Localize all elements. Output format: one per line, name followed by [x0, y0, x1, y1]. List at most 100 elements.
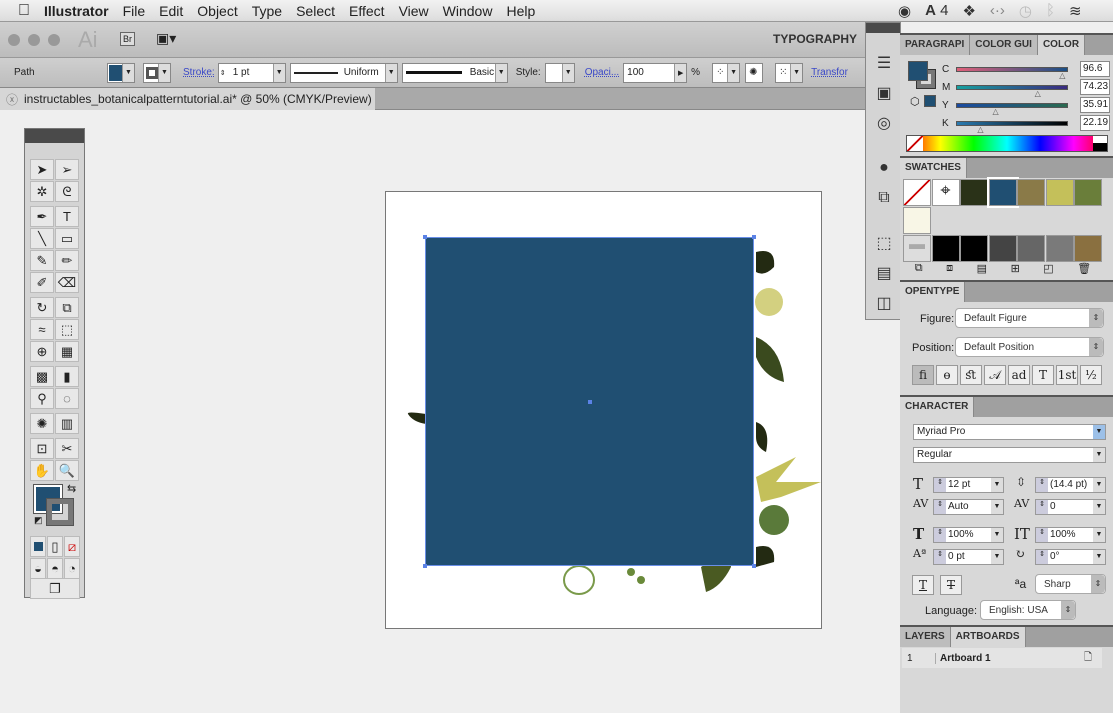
artboard-row[interactable]: 1 Artboard 1 🗋	[902, 648, 1102, 668]
transform-panel-icon[interactable]: ⬚	[874, 233, 894, 252]
code-icon[interactable]: ‹·›	[990, 2, 1005, 20]
reference-point-button[interactable]: ⁙ ▼	[775, 62, 804, 83]
new-swatch-icon[interactable]: ◰	[1043, 262, 1053, 278]
channel-slider[interactable]: △	[956, 120, 1068, 134]
resize-handle[interactable]	[752, 564, 756, 568]
channel-slider[interactable]: △	[956, 84, 1068, 98]
tools-panel-header[interactable]	[25, 129, 84, 143]
swatch[interactable]	[931, 235, 960, 262]
stroke-color-box[interactable]	[46, 498, 74, 526]
draw-behind-button[interactable]: ◓	[47, 558, 63, 579]
select-similar-button[interactable]: ⁘ ▼	[712, 62, 741, 83]
change-screen-mode-button[interactable]: ❐	[30, 578, 80, 599]
menu-window[interactable]: Window	[436, 3, 500, 19]
color-mode-button[interactable]	[30, 536, 46, 557]
none-mode-button[interactable]: ⧄	[64, 536, 80, 557]
resize-handle[interactable]	[423, 235, 427, 239]
hand-tool[interactable]: ✋	[30, 460, 54, 481]
paintbrush-tool[interactable]: ✎	[30, 250, 54, 271]
draw-normal-button[interactable]: ◒	[30, 558, 46, 579]
stroke-color-dropdown[interactable]: ▼	[143, 62, 171, 83]
close-window-button[interactable]	[8, 34, 20, 46]
menu-app[interactable]: Illustrator	[37, 3, 116, 19]
bridge-button[interactable]: Br	[120, 32, 135, 46]
swatch[interactable]	[1074, 179, 1102, 206]
slider-thumb[interactable]: △	[977, 125, 983, 134]
swatch[interactable]	[903, 207, 931, 234]
resize-handle[interactable]	[423, 564, 427, 568]
rotate-tool[interactable]: ↻	[30, 297, 54, 318]
pathfinder-panel-icon[interactable]: ◫	[874, 293, 894, 312]
blob-brush-tool[interactable]: ✐	[30, 272, 54, 293]
fill-color-dropdown[interactable]: ▼	[107, 62, 135, 83]
swatch[interactable]	[988, 235, 1017, 262]
opentype-feature-button[interactable]: ad	[1008, 365, 1030, 385]
minimize-window-button[interactable]	[28, 34, 40, 46]
recolor-artwork-button[interactable]: ✺	[745, 62, 764, 83]
direct-selection-tool[interactable]: ➢	[55, 159, 79, 180]
bluetooth-icon[interactable]: ᛒ	[1046, 2, 1055, 20]
mesh-tool[interactable]: ▩	[30, 366, 54, 387]
tab-paragraph[interactable]: PARAGRAPI	[900, 35, 971, 55]
graphic-style-dropdown[interactable]: ▼	[544, 62, 575, 83]
selected-rectangle[interactable]	[423, 235, 756, 568]
align-panel-icon[interactable]: ▤	[874, 263, 894, 282]
warp-tool[interactable]: ≈	[30, 319, 54, 340]
swatch[interactable]	[960, 235, 988, 262]
apple-icon[interactable]: 	[0, 2, 37, 20]
stroke-panel-icon[interactable]: ☰	[874, 53, 894, 72]
delete-swatch-icon[interactable]: 🗑	[1077, 262, 1091, 278]
dropbox-icon[interactable]: ❖	[962, 2, 975, 20]
default-colors-icon[interactable]: ◩	[34, 515, 43, 526]
transform-link[interactable]: Transfor	[811, 67, 848, 78]
stroke-weight-field[interactable]: ⇕ 1 pt ▼	[217, 62, 286, 83]
artboard-tool[interactable]: ⊡	[30, 438, 54, 459]
menu-file[interactable]: File	[116, 3, 153, 19]
swatch-libraries-icon[interactable]: ⧉	[915, 262, 923, 278]
menu-type[interactable]: Type	[245, 3, 289, 19]
opentype-feature-button[interactable]: ﬆ	[960, 365, 982, 385]
opentype-feature-button[interactable]: T	[1032, 365, 1054, 385]
vertical-scale-field[interactable]: ⇕ 100% ▼	[933, 527, 1004, 543]
column-graph-tool[interactable]: ▥	[55, 413, 79, 434]
tab-swatches[interactable]: SWATCHES	[900, 158, 967, 178]
opentype-feature-button[interactable]: 1st	[1056, 365, 1078, 385]
tab-color[interactable]: COLOR	[1037, 35, 1086, 55]
zoom-window-button[interactable]	[48, 34, 60, 46]
swatch[interactable]	[986, 177, 1019, 208]
underline-button[interactable]: T	[912, 575, 934, 595]
menu-select[interactable]: Select	[289, 3, 342, 19]
show-swatch-kinds-icon[interactable]: ⧈	[946, 262, 953, 278]
swatch[interactable]	[1074, 235, 1102, 262]
zoom-tool[interactable]: 🔍	[55, 460, 79, 481]
transparency-panel-icon[interactable]: ◎	[874, 113, 894, 132]
swatch[interactable]	[1017, 179, 1045, 206]
slice-tool[interactable]: ✂	[55, 438, 79, 459]
tab-layers[interactable]: LAYERS	[900, 627, 951, 647]
tracking-field[interactable]: ⇕ 0 ▼	[1035, 499, 1106, 515]
wifi-icon[interactable]: ≋	[1069, 2, 1082, 20]
opentype-feature-button[interactable]: ﬁ	[912, 365, 934, 385]
perspective-grid-tool[interactable]: ▦	[55, 341, 79, 362]
line-segment-tool[interactable]: ╲	[30, 228, 54, 249]
swatch[interactable]	[1045, 235, 1074, 262]
swatch[interactable]	[960, 179, 988, 206]
gradient-mode-button[interactable]: ▯	[47, 536, 63, 557]
swatch[interactable]	[1045, 179, 1074, 206]
record-icon[interactable]: ◉	[898, 2, 911, 20]
eyedropper-tool[interactable]: ⚲	[30, 388, 54, 409]
pen-tool[interactable]: ✒	[30, 206, 54, 227]
tab-character[interactable]: CHARACTER	[900, 397, 975, 417]
opentype-feature-button[interactable]: ½	[1080, 365, 1102, 385]
gradient-tool[interactable]: ▮	[55, 366, 79, 387]
stroke-label[interactable]: Stroke:	[183, 67, 215, 78]
scale-tool[interactable]: ⧉	[55, 297, 79, 318]
time-machine-icon[interactable]: ◷	[1019, 2, 1032, 20]
free-transform-tool[interactable]: ⬚	[55, 319, 79, 340]
anti-aliasing-select[interactable]: Sharp ⇕	[1035, 574, 1106, 594]
menu-view[interactable]: View	[392, 3, 436, 19]
opacity-label[interactable]: Opaci...	[585, 67, 619, 78]
workspace-switcher[interactable]: TYPOGRAPHY	[773, 32, 857, 46]
tab-opentype[interactable]: OPENTYPE	[900, 282, 966, 302]
channel-value[interactable]: 22.19	[1080, 115, 1110, 131]
